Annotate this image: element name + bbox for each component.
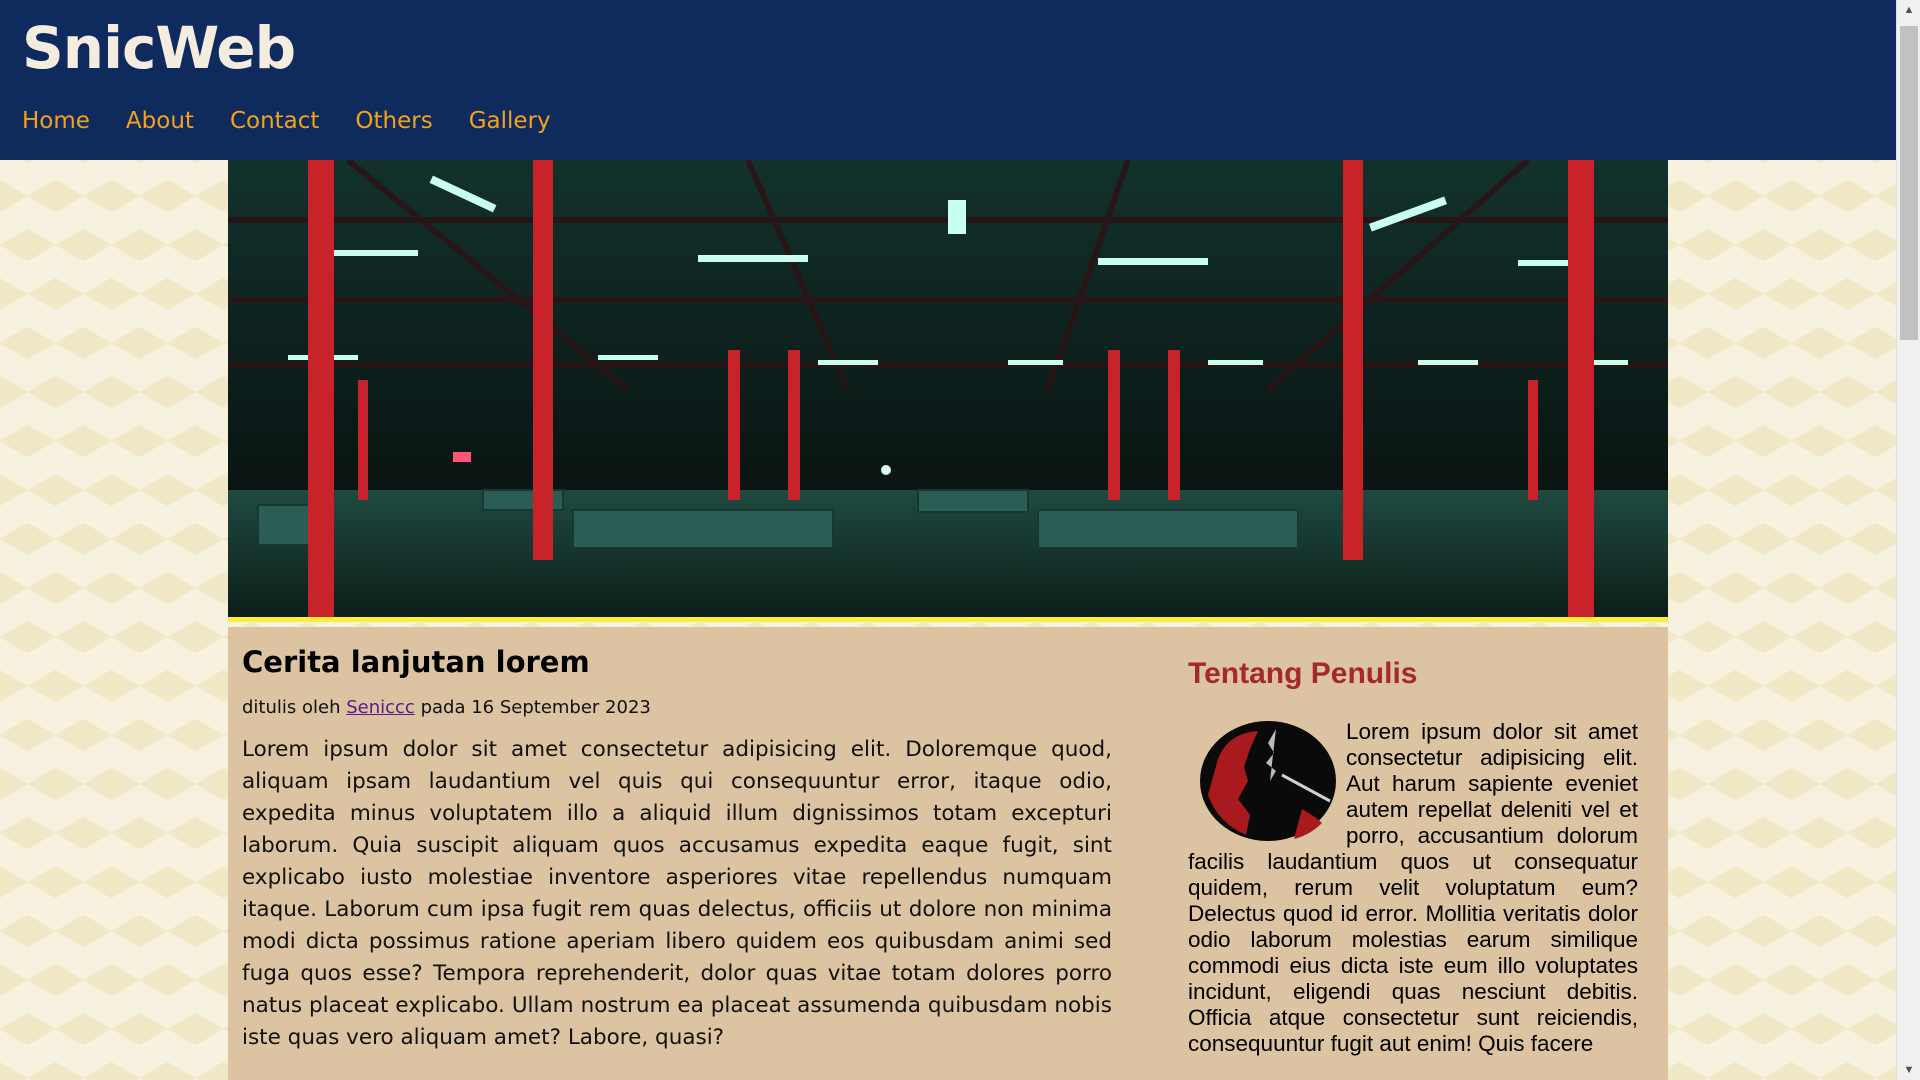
sidebar-title: Tentang Penulis (1188, 657, 1418, 690)
nav-about[interactable]: About (126, 108, 194, 134)
author-link[interactable]: Seniccc (346, 697, 415, 718)
site-logo[interactable]: SnicWeb (22, 14, 296, 82)
main-container: Cerita lanjutan lorem ditulis oleh Senic… (228, 160, 1668, 1080)
hero-image (228, 160, 1668, 622)
main-nav: Home About Contact Others Gallery (22, 108, 551, 134)
nav-gallery[interactable]: Gallery (469, 108, 551, 134)
content-section: Cerita lanjutan lorem ditulis oleh Senic… (228, 627, 1668, 1080)
byline-date: pada 16 September 2023 (420, 697, 651, 718)
page-scrollbar[interactable]: ▲ ▼ (1896, 0, 1920, 1080)
site-header: SnicWeb Home About Contact Others Galler… (0, 0, 1896, 160)
nav-contact[interactable]: Contact (230, 108, 319, 134)
scroll-down-arrow-icon[interactable]: ▼ (1897, 1060, 1920, 1080)
byline-prefix: ditulis oleh (242, 697, 341, 718)
scroll-up-arrow-icon[interactable]: ▲ (1897, 0, 1920, 20)
article-body: Lorem ipsum dolor sit amet consectetur a… (242, 737, 1112, 1050)
nav-others[interactable]: Others (355, 108, 432, 134)
sidebar-text-block: Lorem ipsum dolor sit amet consectetur a… (1188, 719, 1638, 1057)
author-sidebar: Tentang Penulis Lorem ipsum dolor sit am… (1188, 657, 1638, 1057)
article-byline: ditulis oleh Seniccc pada 16 September 2… (242, 697, 1112, 718)
article: Cerita lanjutan lorem ditulis oleh Senic… (242, 645, 1112, 1054)
article-title: Cerita lanjutan lorem (242, 645, 590, 679)
scroll-thumb[interactable] (1900, 26, 1918, 340)
author-avatar (1200, 721, 1336, 841)
station-photo-icon (228, 160, 1668, 617)
nav-home[interactable]: Home (22, 108, 90, 134)
